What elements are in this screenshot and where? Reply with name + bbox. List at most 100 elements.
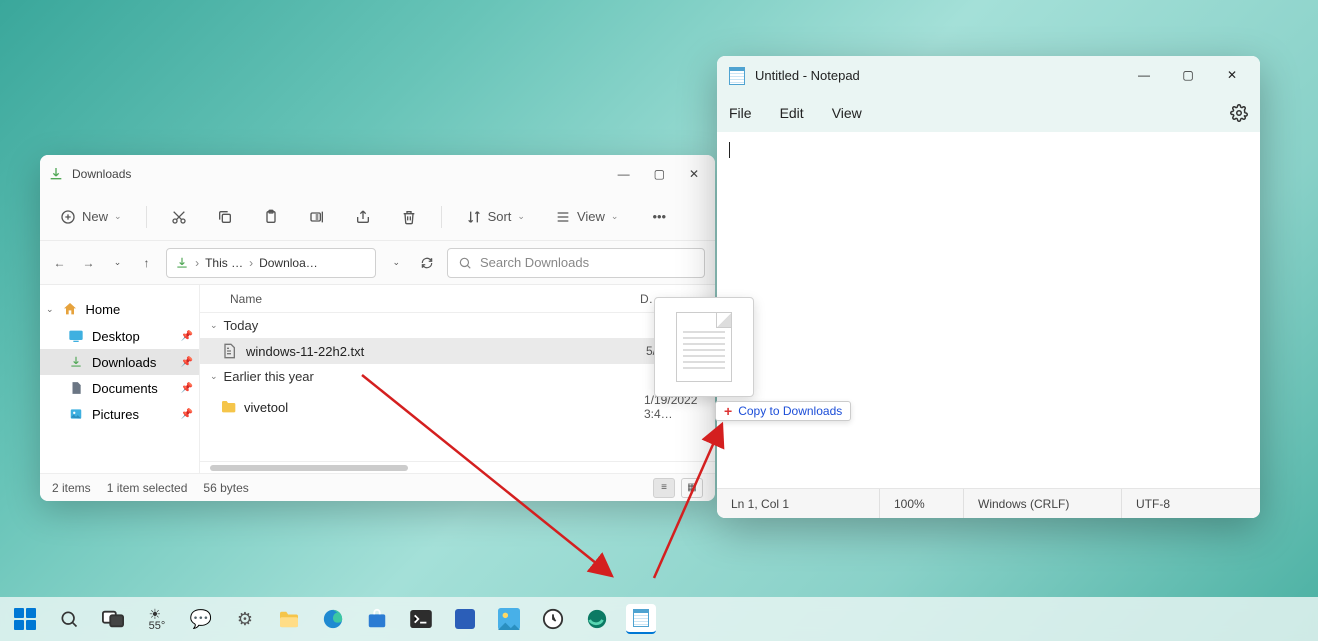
breadcrumb-downloads[interactable]: Downloa…: [259, 256, 318, 270]
refresh-button[interactable]: [417, 249, 437, 277]
column-name[interactable]: Name: [230, 292, 640, 306]
sidebar-item-documents[interactable]: Documents 📌: [40, 375, 199, 401]
group-earlier-label: Earlier this year: [224, 369, 314, 384]
downloads-label: Downloads: [92, 355, 156, 370]
document-thumbnail-icon: [676, 312, 732, 382]
start-button[interactable]: [10, 604, 40, 634]
close-button[interactable]: ✕: [1210, 59, 1254, 91]
menu-edit[interactable]: Edit: [780, 105, 804, 121]
menu-view[interactable]: View: [832, 105, 862, 121]
gear-icon: [1230, 104, 1248, 122]
sidebar-item-home[interactable]: ⌄ Home: [40, 295, 199, 323]
notepad-menubar: File Edit View: [717, 94, 1260, 132]
taskbar-app-explorer[interactable]: [274, 604, 304, 634]
breadcrumb-thispc[interactable]: This …: [205, 256, 243, 270]
taskview-icon: [102, 610, 124, 628]
delete-button[interactable]: [395, 205, 423, 229]
pin-icon: 📌: [181, 357, 193, 368]
pictures-label: Pictures: [92, 407, 139, 422]
status-zoom: 100%: [879, 489, 963, 518]
recent-button[interactable]: ⌄: [108, 250, 127, 276]
group-earlier[interactable]: ⌄ Earlier this year: [200, 364, 715, 389]
details-view-toggle[interactable]: ≡: [653, 478, 675, 498]
thumbnails-view-toggle[interactable]: ▦: [681, 478, 703, 498]
taskbar-app-notepad[interactable]: [626, 604, 656, 634]
maximize-button[interactable]: ▢: [654, 167, 665, 181]
up-button[interactable]: ↑: [137, 250, 156, 276]
horizontal-scrollbar[interactable]: [200, 461, 715, 473]
cut-button[interactable]: [165, 205, 193, 229]
settings-button[interactable]: [1230, 104, 1248, 122]
notepad-titlebar[interactable]: Untitled - Notepad — ▢ ✕: [717, 56, 1260, 94]
search-placeholder: Search Downloads: [480, 255, 589, 270]
sidebar-item-pictures[interactable]: Pictures 📌: [40, 401, 199, 427]
copy-button[interactable]: [211, 205, 239, 229]
file-name: vivetool: [244, 400, 644, 415]
minimize-button[interactable]: —: [1122, 59, 1166, 91]
status-size: 56 bytes: [203, 481, 248, 495]
sort-button[interactable]: Sort ⌄: [460, 205, 531, 229]
weather-widget[interactable]: ☀55°: [142, 604, 172, 634]
taskbar-app-settings[interactable]: ⚙: [230, 604, 260, 634]
scrollbar-thumb[interactable]: [210, 465, 408, 471]
file-row[interactable]: vivetool 1/19/2022 3:4…: [200, 389, 715, 425]
folder-icon: [278, 610, 300, 628]
chevron-down-icon: ⌄: [210, 371, 218, 382]
search-input[interactable]: Search Downloads: [447, 248, 705, 278]
clock-icon: [542, 608, 564, 630]
status-encoding: UTF-8: [1121, 489, 1260, 518]
share-button[interactable]: [349, 205, 377, 229]
chevron-down-icon: ⌄: [210, 320, 218, 331]
sort-label: Sort: [488, 209, 512, 224]
forward-button[interactable]: →: [79, 250, 98, 276]
group-today-label: Today: [224, 318, 259, 333]
taskbar-app-store[interactable]: [362, 604, 392, 634]
taskbar-app-generic1[interactable]: [450, 604, 480, 634]
documents-icon: [68, 380, 84, 396]
text-caret: [729, 142, 730, 158]
close-button[interactable]: ✕: [689, 167, 699, 181]
more-button[interactable]: •••: [646, 205, 672, 228]
explorer-title: Downloads: [72, 167, 131, 181]
notepad-title: Untitled - Notepad: [755, 68, 860, 83]
back-button[interactable]: ←: [50, 250, 69, 276]
taskbar: ☀55° 💬 ⚙: [0, 597, 1318, 641]
pictures-icon: [68, 406, 84, 422]
new-button[interactable]: New ⌄: [54, 205, 128, 229]
chevron-right-icon: ›: [195, 256, 199, 270]
home-label: Home: [86, 302, 121, 317]
taskbar-app-edge2[interactable]: [582, 604, 612, 634]
textfile-icon: [220, 342, 238, 360]
taskbar-search[interactable]: [54, 604, 84, 634]
taskbar-app-terminal[interactable]: [406, 604, 436, 634]
paste-button[interactable]: [257, 205, 285, 229]
rename-button[interactable]: [303, 205, 331, 229]
photos-icon: [498, 608, 520, 630]
column-headers[interactable]: Name D…: [200, 285, 715, 313]
notepad-editor[interactable]: [717, 132, 1260, 488]
sidebar-item-desktop[interactable]: Desktop 📌: [40, 323, 199, 349]
taskbar-app-photos[interactable]: [494, 604, 524, 634]
taskbar-app-edge[interactable]: [318, 604, 348, 634]
file-row[interactable]: windows-11-22h2.txt 5/…: [200, 338, 715, 364]
drag-tooltip-label: Copy to Downloads: [738, 404, 842, 418]
minimize-button[interactable]: —: [618, 167, 630, 181]
address-bar[interactable]: › This … › Downloa…: [166, 248, 376, 278]
menu-file[interactable]: File: [729, 105, 752, 121]
task-view-button[interactable]: [98, 604, 128, 634]
pin-icon: 📌: [181, 331, 193, 342]
notepad-window: Untitled - Notepad — ▢ ✕ File Edit View …: [717, 56, 1260, 518]
sidebar-item-downloads[interactable]: Downloads 📌: [40, 349, 199, 375]
folder-icon: [220, 398, 236, 416]
maximize-button[interactable]: ▢: [1166, 59, 1210, 91]
taskbar-app-clock[interactable]: [538, 604, 568, 634]
group-today[interactable]: ⌄ Today: [200, 313, 715, 338]
status-position: Ln 1, Col 1: [717, 489, 879, 518]
taskbar-app-chat[interactable]: 💬: [186, 604, 216, 634]
edge-icon: [586, 608, 608, 630]
file-date: 1/19/2022 3:4…: [644, 393, 715, 421]
view-button[interactable]: View ⌄: [549, 205, 625, 229]
address-dropdown[interactable]: ⌄: [386, 249, 406, 277]
explorer-titlebar[interactable]: Downloads — ▢ ✕: [40, 155, 715, 193]
address-row: ← → ⌄ ↑ › This … › Downloa… ⌄ Search Dow…: [40, 241, 715, 285]
